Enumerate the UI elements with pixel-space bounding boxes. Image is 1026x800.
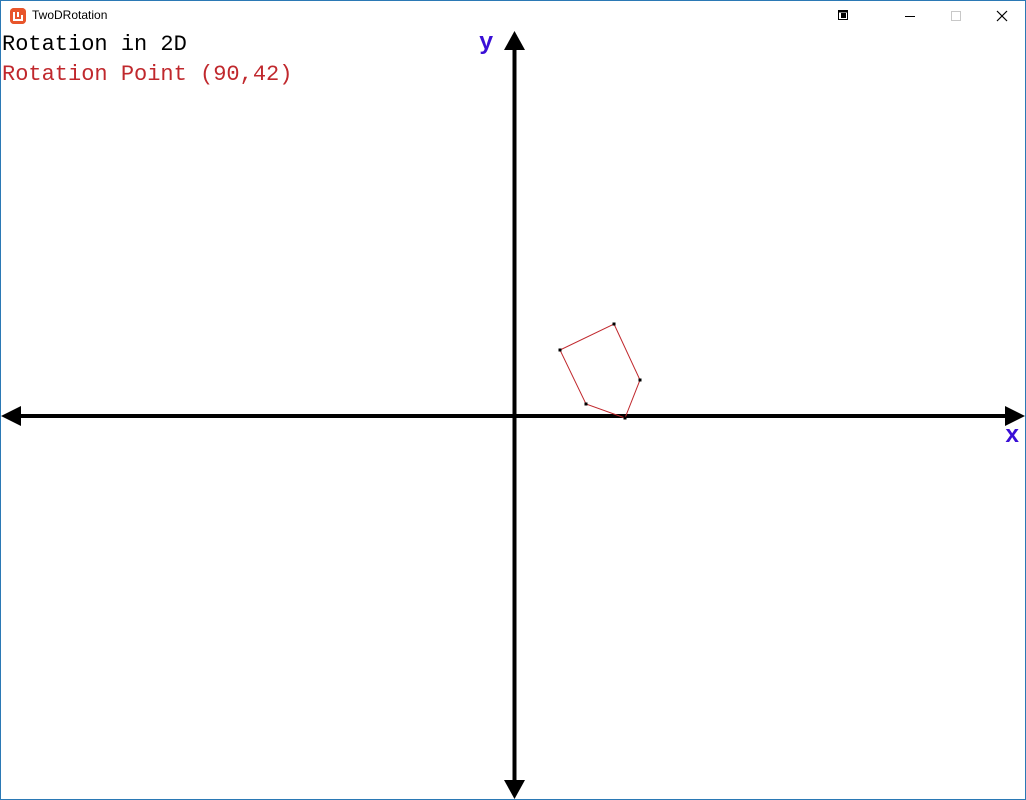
window-title: TwoDRotation: [32, 8, 108, 22]
polygon-vertex: [623, 416, 627, 420]
maximize-button[interactable]: [933, 1, 979, 31]
close-button[interactable]: [979, 1, 1025, 31]
heading-text: Rotation in 2D: [2, 32, 187, 57]
drawing-canvas[interactable]: [1, 31, 1025, 799]
monogame-icon: [10, 8, 26, 24]
y-axis-label: y: [479, 30, 494, 57]
rotated-polygon: [559, 323, 641, 419]
y-axis-arrow-top: [504, 31, 525, 50]
polygon-vertex: [558, 348, 562, 352]
restore-window-icon[interactable]: [819, 1, 865, 31]
app-window: TwoDRotation Rotation in 2D Rotation Poi…: [0, 0, 1026, 800]
minimize-icon: [905, 16, 915, 17]
rotation-point-text: Rotation Point (90,42): [2, 62, 293, 87]
title-bar[interactable]: TwoDRotation: [1, 1, 1025, 31]
x-axis-arrow-left: [1, 406, 21, 426]
polygon-vertex: [612, 322, 616, 326]
minimize-button[interactable]: [887, 1, 933, 31]
polygon-vertex: [638, 378, 642, 382]
polygon-vertex: [584, 402, 588, 406]
y-axis-arrow-bottom: [504, 780, 525, 799]
maximize-icon: [951, 11, 961, 21]
close-icon: [996, 10, 1008, 22]
x-axis-label: x: [1005, 423, 1020, 450]
